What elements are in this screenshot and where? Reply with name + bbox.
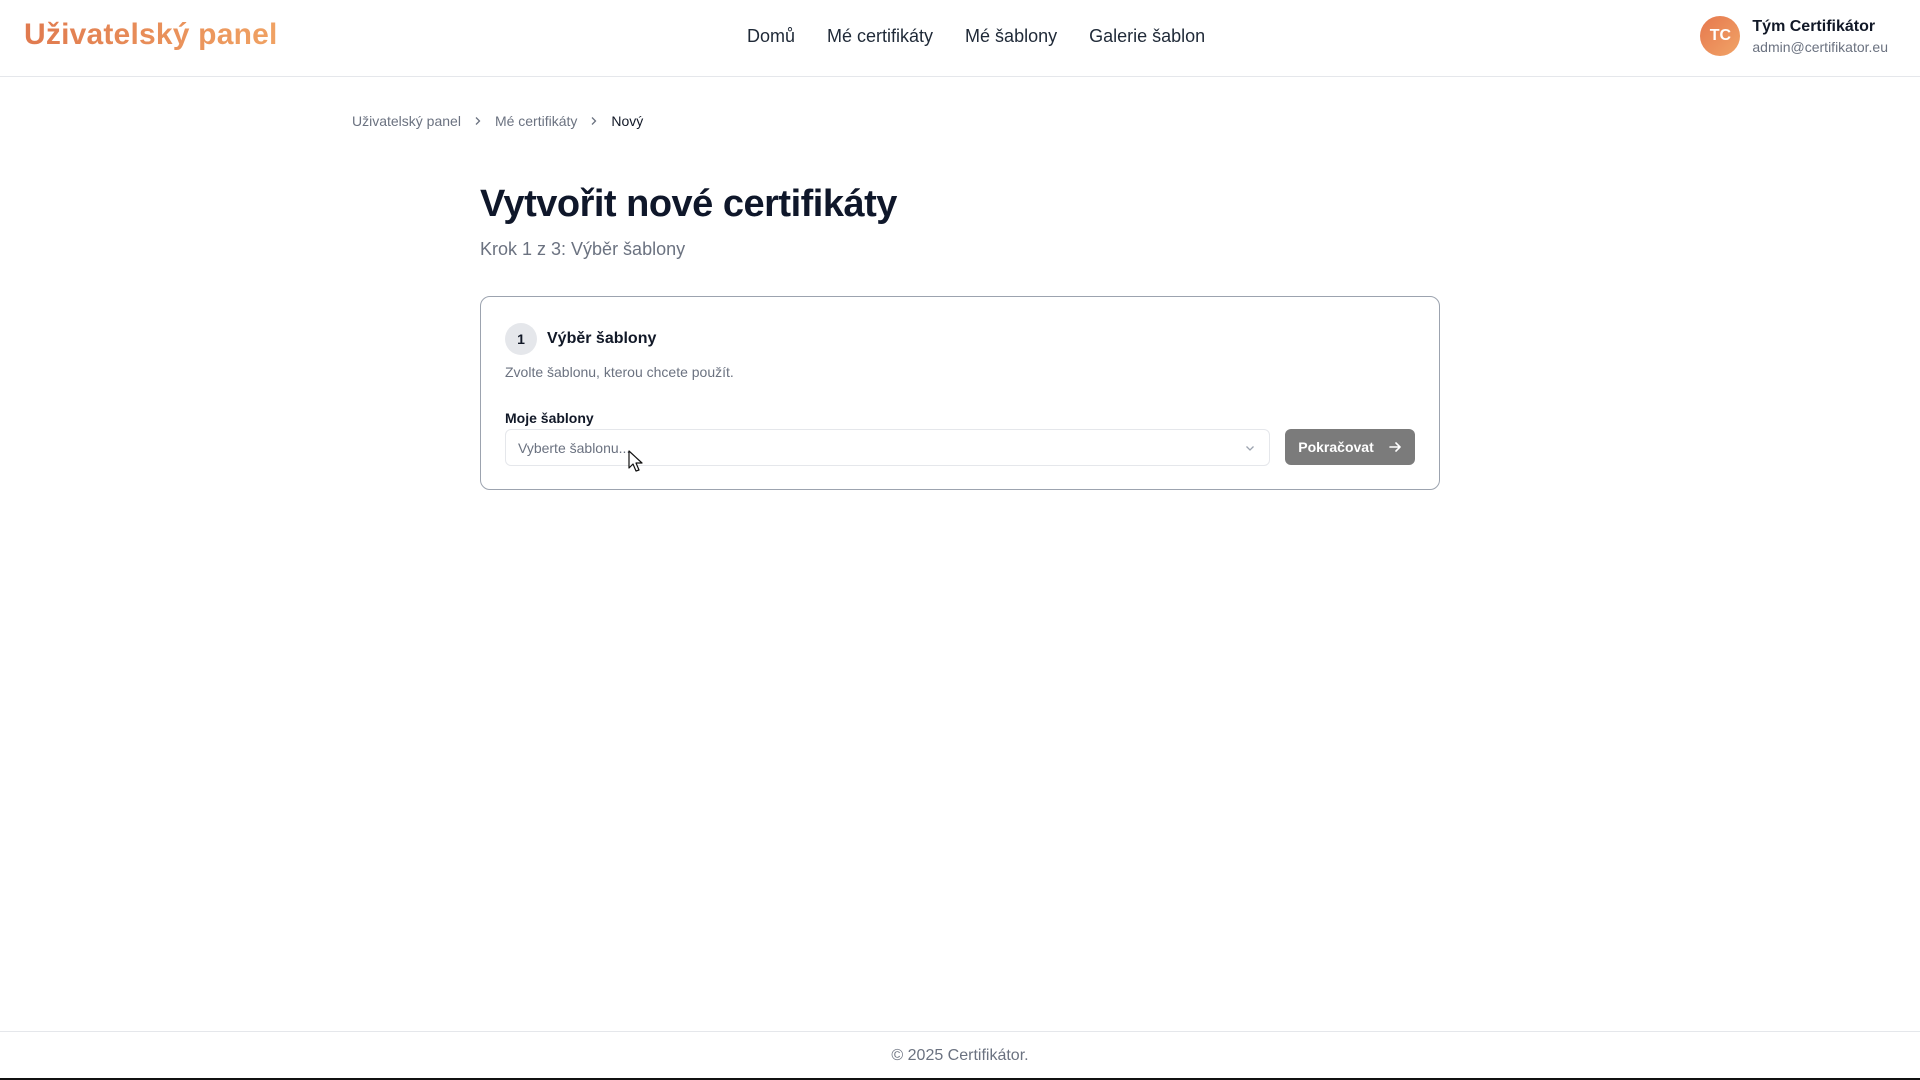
breadcrumb-item-current: Nový xyxy=(611,113,644,129)
page-footer: © 2025 Certifikátor. xyxy=(0,1031,1920,1080)
step-number-badge: 1 xyxy=(505,323,537,355)
nav-link-my-templates[interactable]: Mé šablony xyxy=(965,26,1057,47)
nav-link-home[interactable]: Domů xyxy=(747,26,795,47)
chevron-right-icon xyxy=(473,114,483,129)
page-title: Vytvořit nové certifikáty xyxy=(480,183,897,225)
breadcrumb-item-dashboard[interactable]: Uživatelský panel xyxy=(352,113,461,129)
page-subtitle: Krok 1 z 3: Výběr šablony xyxy=(480,239,686,259)
main-nav: Domů Mé certifikáty Mé šablony Galerie š… xyxy=(747,26,1205,47)
user-info: Tým Certifikátor admin@certifikator.eu xyxy=(1752,18,1888,55)
template-selection-card: 1 Výběr šablony Zvolte šablonu, kterou c… xyxy=(480,296,1440,490)
footer-copyright: © 2025 Certifikátor. xyxy=(891,1047,1029,1064)
breadcrumb: Uživatelský panel Mé certifikáty Nový xyxy=(352,113,643,129)
templates-field-label: Moje šablony xyxy=(505,410,594,426)
continue-button-label: Pokračovat xyxy=(1298,439,1374,455)
brand-logo[interactable]: Uživatelský panel xyxy=(24,18,278,52)
mouse-cursor-icon xyxy=(628,450,643,472)
step-description: Zvolte šablonu, kterou chcete použít. xyxy=(505,364,734,380)
top-header: Uživatelský panel Domů Mé certifikáty Mé… xyxy=(0,0,1920,77)
template-select[interactable]: Vyberte šablonu... xyxy=(505,429,1270,466)
breadcrumb-item-my-certificates[interactable]: Mé certifikáty xyxy=(495,113,577,129)
nav-link-my-certificates[interactable]: Mé certifikáty xyxy=(827,26,933,47)
template-select-placeholder: Vyberte šablonu... xyxy=(518,439,631,456)
step-header: 1 Výběr šablony xyxy=(505,323,656,355)
nav-link-template-gallery[interactable]: Galerie šablon xyxy=(1089,26,1205,47)
chevron-down-icon xyxy=(1246,445,1254,451)
arrow-right-icon xyxy=(1388,442,1401,452)
continue-button[interactable]: Pokračovat xyxy=(1285,429,1415,465)
avatar[interactable]: TC xyxy=(1700,16,1741,56)
chevron-right-icon xyxy=(589,114,599,129)
user-name: Tým Certifikátor xyxy=(1752,17,1876,35)
step-title: Výběr šablony xyxy=(547,330,657,347)
user-menu[interactable]: TC Tým Certifikátor admin@certifikator.e… xyxy=(1700,16,1888,56)
user-email: admin@certifikator.eu xyxy=(1752,38,1888,55)
